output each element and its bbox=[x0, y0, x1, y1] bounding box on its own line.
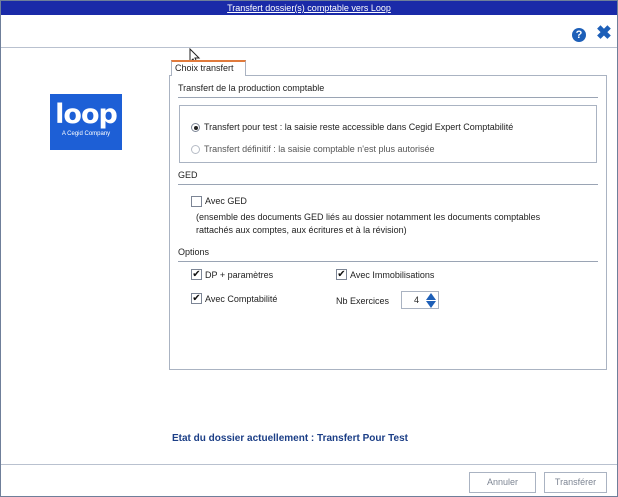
nb-exercices-label: Nb Exercices bbox=[336, 296, 390, 306]
checkbox-label-dp-parametres[interactable]: DP + paramètres bbox=[205, 270, 273, 280]
cancel-button[interactable]: Annuler bbox=[469, 472, 536, 493]
checkmark-icon: ✔ bbox=[337, 269, 346, 280]
loop-logo: loop A Cegid Company bbox=[50, 94, 122, 150]
logo-subtitle: A Cegid Company bbox=[61, 131, 111, 137]
transfer-button[interactable]: Transférer bbox=[544, 472, 607, 493]
section-title-options: Options bbox=[178, 247, 210, 257]
tab-choix-transfert[interactable]: Choix transfert bbox=[171, 60, 246, 76]
title-bar: Transfert dossier(s) comptable vers Loop bbox=[1, 1, 617, 15]
logo-wordmark: loop bbox=[55, 99, 118, 130]
close-x-icon[interactable]: ✖ bbox=[596, 24, 612, 43]
radio-transfert-test[interactable] bbox=[191, 123, 200, 132]
dossier-status: Etat du dossier actuellement : Transfert… bbox=[172, 433, 408, 444]
radio-label-transfert-definitif[interactable]: Transfert définitif : la saisie comptabl… bbox=[204, 144, 435, 154]
checkbox-label-avec-comptabilite[interactable]: Avec Comptabilité bbox=[205, 294, 277, 304]
radio-transfert-definitif[interactable] bbox=[191, 145, 200, 154]
transfer-options-box bbox=[179, 105, 597, 163]
section-title-transfert: Transfert de la production comptable bbox=[178, 83, 325, 93]
nb-exercices-stepper[interactable]: 4 bbox=[401, 291, 439, 309]
nb-exercices-value: 4 bbox=[414, 295, 420, 305]
window-title: Transfert dossier(s) comptable vers Loop bbox=[227, 3, 391, 13]
checkmark-icon: ✔ bbox=[192, 269, 201, 280]
section-divider bbox=[178, 97, 598, 98]
checkbox-avec-comptabilite[interactable]: ✔ bbox=[191, 293, 202, 304]
section-divider bbox=[178, 261, 598, 262]
checkmark-icon: ✔ bbox=[192, 293, 201, 304]
section-title-ged: GED bbox=[178, 170, 198, 180]
checkbox-avec-ged[interactable] bbox=[191, 196, 202, 207]
ged-note-line-1: (ensemble des documents GED liés au doss… bbox=[196, 212, 541, 222]
question-circle-icon[interactable]: ? bbox=[572, 28, 586, 42]
section-divider bbox=[178, 184, 598, 185]
header-divider bbox=[1, 47, 617, 48]
spin-down-arrow-icon[interactable] bbox=[426, 301, 436, 308]
checkbox-label-avec-ged[interactable]: Avec GED bbox=[205, 196, 247, 206]
radio-label-transfert-test[interactable]: Transfert pour test : la saisie reste ac… bbox=[204, 122, 513, 132]
footer-divider bbox=[1, 464, 617, 465]
checkbox-label-avec-immobilisations[interactable]: Avec Immobilisations bbox=[350, 270, 434, 280]
checkbox-dp-parametres[interactable]: ✔ bbox=[191, 269, 202, 280]
ged-note-line-2: rattachés aux comptes, aux écritures et … bbox=[196, 225, 407, 235]
checkbox-avec-immobilisations[interactable]: ✔ bbox=[336, 269, 347, 280]
spin-up-arrow-icon[interactable] bbox=[426, 293, 436, 300]
transfer-dialog: Transfert dossier(s) comptable vers Loop… bbox=[0, 0, 618, 497]
